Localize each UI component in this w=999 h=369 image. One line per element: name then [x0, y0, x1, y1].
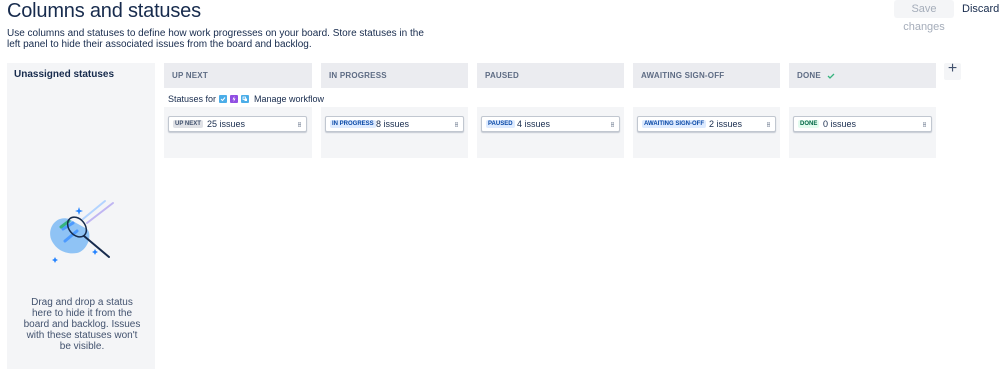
check-icon [827, 73, 835, 79]
status-card-done[interactable]: DONE 0 issues [793, 116, 932, 132]
status-lozenge: UP NEXT [173, 120, 203, 128]
plus-icon: + [947, 60, 958, 77]
drag-handle-icon[interactable] [455, 122, 458, 127]
manage-workflow-link[interactable]: Manage workflow [254, 94, 324, 104]
column-header-done-label: DONE [797, 71, 821, 80]
status-lozenge: PAUSED [486, 120, 515, 128]
drag-handle-icon[interactable] [923, 122, 926, 127]
column-header-awaiting-sign-off[interactable]: AWAITING SIGN-OFF [633, 63, 780, 88]
save-changes-button[interactable]: Save changes [894, 0, 954, 33]
column-header-up-next[interactable]: UP NEXT [164, 63, 312, 88]
add-column-button[interactable]: + [944, 60, 961, 80]
issue-count: 2 issues [709, 119, 743, 129]
column-body-awaiting-sign-off [633, 107, 780, 158]
status-card-in-progress[interactable]: IN PROGRESS 8 issues [325, 116, 464, 132]
drag-handle-icon[interactable] [298, 122, 301, 127]
drag-handle-icon[interactable] [611, 122, 614, 127]
status-card-up-next[interactable]: UP NEXT 25 issues [168, 116, 307, 132]
column-header-done[interactable]: DONE [789, 63, 936, 88]
epic-icon [230, 95, 239, 103]
status-card-awaiting-sign-off[interactable]: AWAITING SIGN-OFF 2 issues [637, 116, 776, 132]
status-lozenge: AWAITING SIGN-OFF [642, 120, 706, 128]
status-lozenge: DONE [798, 120, 820, 128]
issue-count: 25 issues [207, 119, 246, 129]
statuses-for-label: Statuses for [168, 94, 217, 104]
drag-handle-icon[interactable] [767, 122, 770, 127]
status-lozenge: IN PROGRESS [330, 120, 376, 128]
unassigned-statuses-panel[interactable]: Unassigned statuses Drag and drop a stat… [7, 63, 155, 369]
issue-count: 8 issues [376, 119, 410, 129]
issue-count: 0 issues [823, 119, 857, 129]
unassigned-hint: Drag and drop a status here to hide it f… [23, 297, 141, 352]
statuses-for: Statuses for [168, 94, 250, 104]
column-body-in-progress [321, 107, 468, 158]
issue-count: 4 issues [517, 119, 551, 129]
column-body-done [789, 107, 936, 158]
column-body-up-next [164, 107, 312, 158]
discard-button[interactable]: Discard [962, 0, 999, 18]
column-header-paused[interactable]: PAUSED [477, 63, 624, 88]
page-title: Columns and statuses [7, 0, 201, 22]
status-card-paused[interactable]: PAUSED 4 issues [481, 116, 620, 132]
subtask-icon [241, 95, 250, 103]
page-description: Use columns and statuses to define how w… [7, 28, 424, 50]
task-icon [219, 95, 228, 103]
column-body-paused [477, 107, 624, 158]
badminton-racket-illustration [50, 200, 114, 263]
column-header-in-progress[interactable]: IN PROGRESS [321, 63, 468, 88]
unassigned-statuses-title: Unassigned statuses [14, 69, 115, 80]
